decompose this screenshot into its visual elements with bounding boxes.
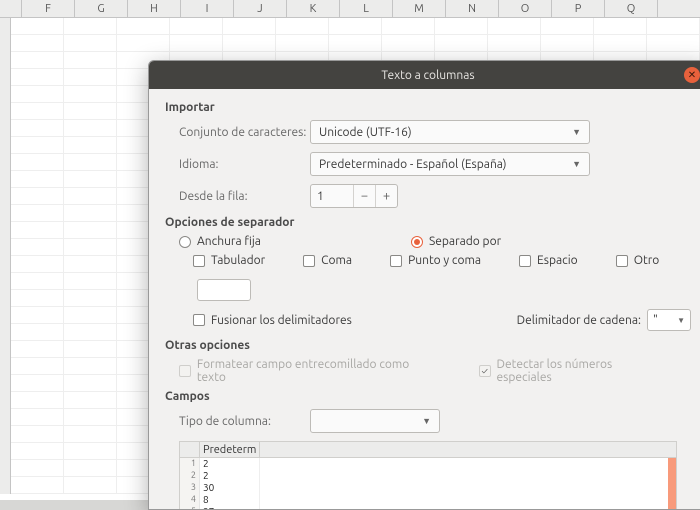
other-separator-input[interactable] [197,279,251,301]
merge-delimiters-checkbox[interactable]: Fusionar los delimitadores [193,314,352,327]
fixed-width-radio[interactable]: Anchura fija [179,235,261,248]
separated-by-radio[interactable]: Separado por [411,235,501,248]
row-headers [0,18,11,494]
quoted-as-text-checkbox: Formatear campo entrecomillado como text… [179,358,437,384]
close-icon[interactable]: ✕ [684,67,700,83]
string-delimiter-label: Delimitador de cadena: [517,314,641,327]
chevron-down-icon: ▼ [677,316,685,325]
import-heading: Importar [165,101,691,114]
plus-icon[interactable]: + [375,185,397,207]
charset-label: Conjunto de caracteres: [165,126,310,139]
language-label: Idioma: [165,158,310,171]
text-to-columns-dialog: Texto a columnas ✕ Importar Conjunto de … [148,60,700,510]
preview-row[interactable]: 22 [180,470,676,482]
separator-heading: Opciones de separador [165,216,691,229]
chevron-down-icon: ▼ [422,416,431,426]
detect-numbers-checkbox: Detectar los números especiales [479,358,667,384]
fromrow-label: Desde la fila: [165,190,310,203]
language-select[interactable]: Predeterminado - Español (España) ▼ [310,152,590,176]
preview-vscrollbar[interactable] [668,458,676,510]
column-type-label: Tipo de columna: [165,415,310,428]
comma-checkbox[interactable]: Coma [303,254,352,267]
tab-checkbox[interactable]: Tabulador [193,254,265,267]
preview-row[interactable]: 330 [180,482,676,494]
other-checkbox[interactable]: Otro [616,254,660,267]
column-headers: F G H I J K L M N O P Q [0,0,700,18]
space-checkbox[interactable]: Espacio [519,254,578,267]
chevron-down-icon: ▼ [572,127,581,137]
preview-row[interactable]: 537 [180,506,676,510]
charset-select[interactable]: Unicode (UTF-16) ▼ [310,120,590,144]
chevron-down-icon: ▼ [572,159,581,169]
string-delimiter-select[interactable]: " ▼ [647,309,691,331]
minus-icon[interactable]: − [353,185,375,207]
column-type-select[interactable]: ▼ [310,409,440,433]
preview-row[interactable]: 12 [180,458,676,470]
other-options-heading: Otras opciones [165,339,691,352]
preview-row[interactable]: 48 [180,494,676,506]
fromrow-stepper[interactable]: − + [310,184,398,208]
semicolon-checkbox[interactable]: Punto y coma [390,254,481,267]
preview-col-header[interactable]: Predeterm [200,442,260,457]
fromrow-input[interactable] [311,190,353,203]
titlebar[interactable]: Texto a columnas ✕ [149,61,700,89]
fields-heading: Campos [165,390,691,403]
dialog-title: Texto a columnas [381,69,474,82]
